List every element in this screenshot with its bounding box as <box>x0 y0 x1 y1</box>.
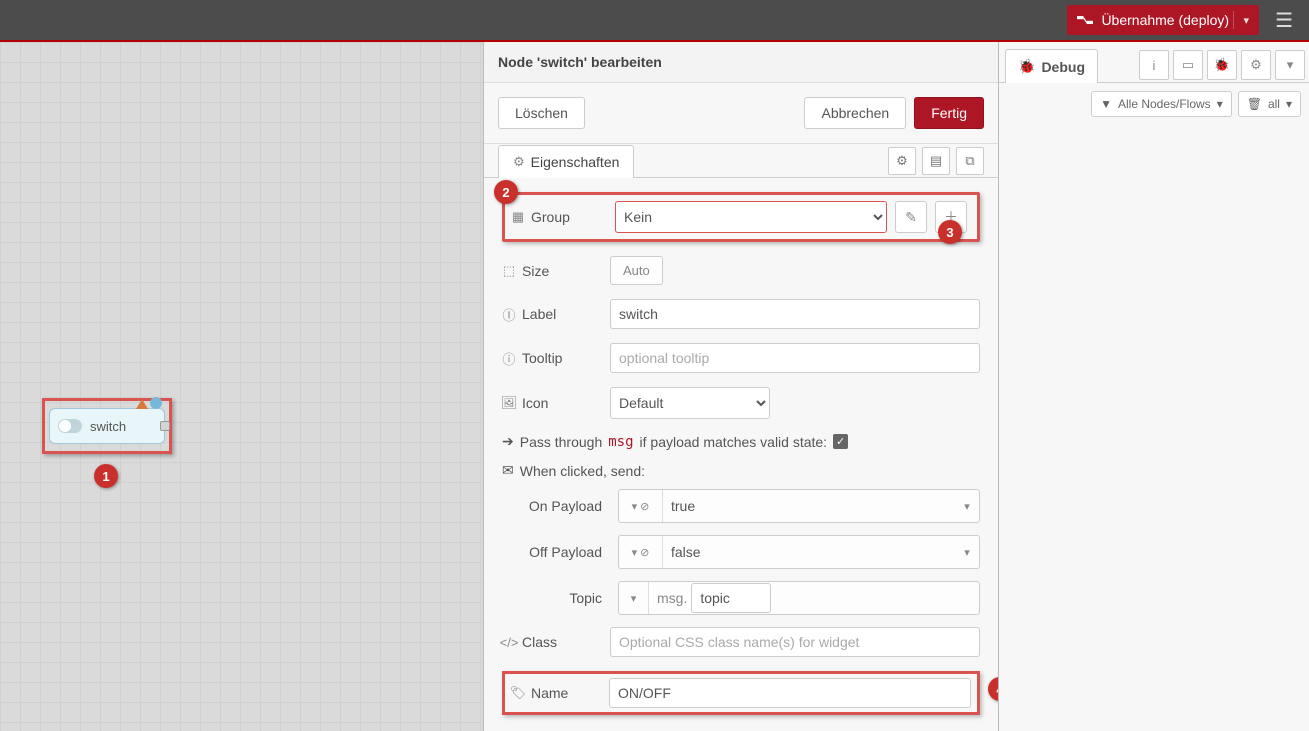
delete-button[interactable]: Löschen <box>498 97 585 129</box>
debug-tab[interactable]: 🐞 Debug <box>1005 49 1098 83</box>
gear-icon-btn[interactable]: ⚙ <box>1241 50 1271 80</box>
topic-label: Topic <box>522 590 610 606</box>
topic-type[interactable]: ▾ <box>619 582 649 614</box>
info-icon: ⓘ <box>502 349 516 368</box>
debug-tab-label: Debug <box>1041 59 1085 75</box>
name-input[interactable] <box>609 678 971 708</box>
editor-title: Node 'switch' bearbeiten <box>484 42 998 83</box>
sidebar: 🐞 Debug i ▭ 🐞 ⚙ ▾ ▼ Alle Nodes/Flows ▾ <box>999 42 1309 731</box>
deploy-button[interactable]: Übernahme (deploy) <box>1067 5 1259 35</box>
filter-icon: ▼ <box>1100 97 1112 111</box>
trash-dropdown[interactable]: 🗑 all ▾ <box>1238 91 1301 117</box>
chevron-down-icon[interactable]: ▾ <box>1275 50 1305 80</box>
deploy-icon <box>1077 14 1093 26</box>
label-input[interactable] <box>610 299 980 329</box>
icon-select[interactable]: Default <box>610 387 770 419</box>
switch-slider-icon <box>58 419 82 433</box>
cancel-button[interactable]: Abbrechen <box>804 97 906 129</box>
filter-dropdown[interactable]: ▼ Alle Nodes/Flows ▾ <box>1091 91 1232 117</box>
name-row-highlight: 🏷 Name <box>502 671 980 715</box>
changed-triangle-icon <box>136 399 148 409</box>
size-icon: ⬚ <box>502 263 516 279</box>
trash-label: all <box>1268 97 1280 111</box>
arrow-right-icon: ➔ <box>502 433 514 450</box>
gear-icon: ⚙ <box>513 154 525 170</box>
book-icon[interactable]: ▭ <box>1173 50 1203 80</box>
class-input[interactable] <box>610 627 980 657</box>
group-row-highlight: ▦Group Kein ✎ ＋ <box>502 192 980 242</box>
envelope-icon: ✉ <box>502 462 514 479</box>
pencil-icon: ✎ <box>905 209 917 226</box>
size-button[interactable]: Auto <box>610 256 663 285</box>
text-cursor-icon: Ⓘ <box>502 305 516 324</box>
off-payload-type[interactable]: ▾ ⊘ <box>619 536 663 568</box>
annotation-marker-4: 4 <box>988 677 998 701</box>
on-payload-value[interactable]: true <box>663 498 955 514</box>
code-icon: </> <box>502 635 516 650</box>
bug-icon-btn[interactable]: 🐞 <box>1207 50 1237 80</box>
group-label: Group <box>531 209 570 225</box>
passthrough-pre: Pass through <box>520 434 603 450</box>
done-button[interactable]: Fertig <box>914 97 984 129</box>
edit-group-button[interactable]: ✎ <box>895 201 927 233</box>
flow-canvas[interactable]: switch 1 <box>0 42 484 731</box>
properties-tab-label: Eigenschaften <box>531 154 620 170</box>
switch-node[interactable]: switch <box>49 408 165 444</box>
tooltip-input[interactable] <box>610 343 980 373</box>
tooltip-label: Tooltip <box>522 350 562 366</box>
switch-node-highlight: switch <box>42 398 172 454</box>
topic-prefix: msg. <box>657 590 687 606</box>
off-payload-label: Off Payload <box>522 544 610 560</box>
annotation-marker-1: 1 <box>94 464 118 488</box>
properties-tab[interactable]: ⚙ Eigenschaften <box>498 145 634 178</box>
off-payload-value[interactable]: false <box>663 544 955 560</box>
node-label: switch <box>90 419 126 434</box>
image-icon: 🖼 <box>502 395 516 411</box>
on-payload-caret-icon[interactable]: ▾ <box>955 500 979 513</box>
class-label: Class <box>522 634 557 650</box>
editor-panel: Node 'switch' bearbeiten Löschen Abbrech… <box>484 42 999 731</box>
name-label: Name <box>531 685 568 701</box>
when-clicked-label: When clicked, send: <box>520 463 645 479</box>
annotation-marker-3: 3 <box>938 220 962 244</box>
group-select[interactable]: Kein <box>615 201 887 233</box>
annotation-marker-2: 2 <box>494 180 518 204</box>
caret-down-icon2: ▾ <box>1286 97 1292 111</box>
settings-icon[interactable]: ⚙ <box>888 147 916 175</box>
menu-icon[interactable]: ☰ <box>1267 4 1301 37</box>
passthrough-post: if payload matches valid state: <box>640 434 828 450</box>
on-payload-type[interactable]: ▾ ⊘ <box>619 490 663 522</box>
size-label: Size <box>522 263 549 279</box>
topbar: Übernahme (deploy) ☰ <box>0 0 1309 42</box>
passthrough-checkbox[interactable]: ✓ <box>833 434 848 449</box>
msg-code: msg <box>608 434 633 450</box>
caret-down-icon: ▾ <box>1217 97 1223 111</box>
off-payload-caret-icon[interactable]: ▾ <box>955 546 979 559</box>
filter-label: Alle Nodes/Flows <box>1118 97 1211 111</box>
appearance-icon[interactable]: ⧉ <box>956 147 984 175</box>
deploy-label: Übernahme (deploy) <box>1101 12 1229 28</box>
tag-icon: 🏷 <box>511 685 525 701</box>
info-icon-btn[interactable]: i <box>1139 50 1169 80</box>
trash-icon: 🗑 <box>1247 97 1262 111</box>
node-output-port[interactable] <box>160 421 170 431</box>
icon-label: Icon <box>522 395 548 411</box>
bug-icon: 🐞 <box>1018 58 1035 75</box>
on-payload-label: On Payload <box>522 498 610 514</box>
doc-icon[interactable]: ▤ <box>922 147 950 175</box>
topic-input[interactable] <box>691 583 771 613</box>
grid-icon: ▦ <box>511 209 525 225</box>
status-dot-icon <box>150 397 162 409</box>
label-label: Label <box>522 306 556 322</box>
